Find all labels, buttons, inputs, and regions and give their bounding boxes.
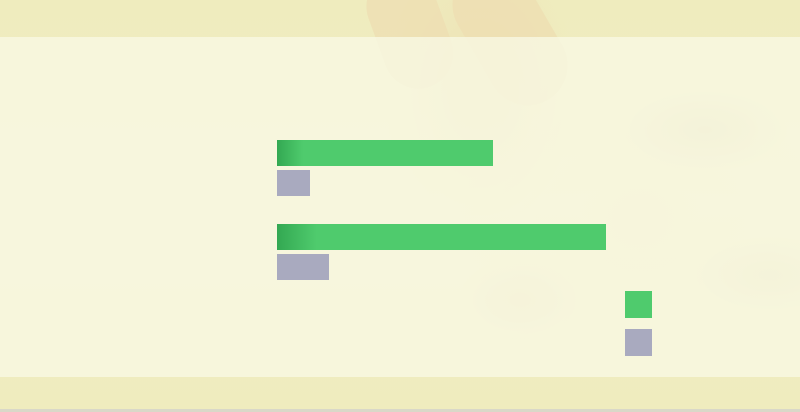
bar-series-1-category-1 <box>277 140 493 166</box>
legend-swatch-2 <box>625 329 652 356</box>
bar-series-2-category-1 <box>277 170 310 196</box>
bar-group <box>277 140 606 280</box>
bar-series-1-category-2 <box>277 224 606 250</box>
bar-chart <box>277 140 652 356</box>
bar-series-2-category-2 <box>277 254 329 280</box>
legend-swatch-1 <box>625 291 652 318</box>
legend <box>625 291 652 356</box>
